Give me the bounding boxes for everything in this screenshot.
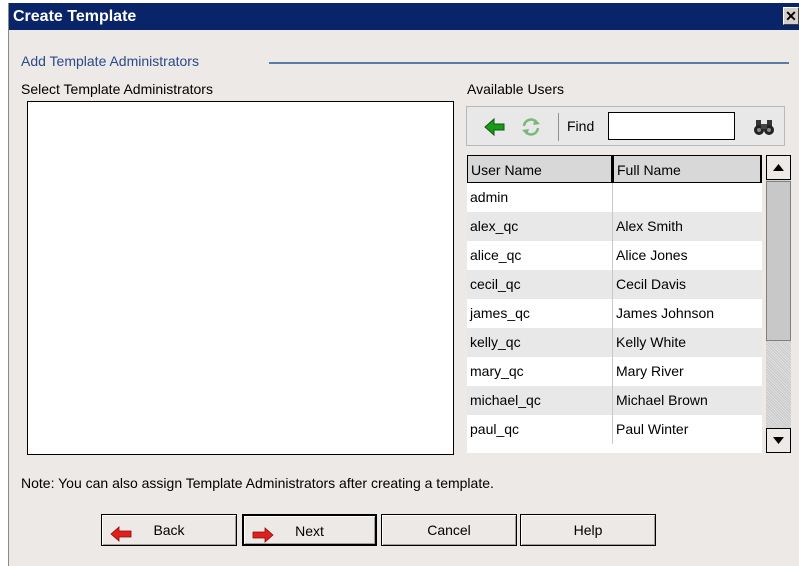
full-name-cell: Paul Winter: [616, 421, 689, 437]
full-name-cell: Michael Brown: [616, 392, 708, 408]
scroll-up-button[interactable]: [766, 155, 791, 180]
window-title: Create Template: [13, 8, 137, 25]
users-toolbar: Find: [466, 106, 785, 146]
user-name-cell: james_qc: [467, 299, 613, 328]
select-admins-label: Select Template Administrators: [21, 81, 213, 97]
available-users-label: Available Users: [467, 81, 565, 97]
cancel-button[interactable]: Cancel: [381, 514, 517, 546]
find-label: Find: [567, 118, 595, 134]
binoculars-icon[interactable]: [752, 115, 776, 139]
title-bar: Create Template ✕: [9, 3, 799, 30]
table-row[interactable]: paul_qc Paul Winter: [467, 415, 762, 444]
scroll-thumb[interactable]: [766, 181, 791, 341]
cancel-label: Cancel: [427, 522, 471, 538]
users-table[interactable]: User Name Full Name admin alex_qc Alex S…: [467, 155, 762, 453]
user-name-cell: mary_qc: [467, 357, 613, 386]
toolbar-separator: [558, 113, 559, 141]
column-header-user-name[interactable]: User Name: [467, 155, 613, 183]
table-row[interactable]: admin: [467, 183, 762, 212]
back-label: Back: [153, 522, 185, 538]
close-button[interactable]: ✕: [783, 7, 799, 25]
help-button[interactable]: Help: [520, 514, 656, 546]
back-button[interactable]: Back: [101, 514, 237, 546]
user-name-cell: alice_qc: [467, 241, 613, 270]
table-row[interactable]: alex_qc Alex Smith: [467, 212, 762, 241]
user-name-cell: alex_qc: [467, 212, 613, 241]
table-row[interactable]: james_qc James Johnson: [467, 299, 762, 328]
users-table-scrollbar[interactable]: [766, 155, 791, 453]
selected-admins-list[interactable]: [27, 101, 454, 455]
refresh-icon[interactable]: [519, 115, 543, 139]
user-name-cell: michael_qc: [467, 386, 613, 415]
user-name-cell: cecil_qc: [467, 270, 613, 299]
full-name-cell: Alex Smith: [616, 218, 683, 234]
red-left-arrow-icon: [110, 522, 132, 552]
full-name-cell: [613, 183, 762, 212]
find-input[interactable]: [608, 112, 735, 140]
full-name-cell: Alice Jones: [616, 247, 688, 263]
full-name-cell: Cecil Davis: [616, 276, 687, 292]
help-label: Help: [573, 522, 603, 538]
table-header: User Name Full Name: [467, 155, 762, 183]
table-row[interactable]: kelly_qc Kelly White: [467, 328, 762, 357]
table-row[interactable]: michael_qc Michael Brown: [467, 386, 762, 415]
column-header-full-name[interactable]: Full Name: [613, 155, 762, 183]
full-name-cell: Mary River: [616, 363, 684, 379]
table-row[interactable]: mary_qc Mary River: [467, 357, 762, 386]
green-left-arrow-icon[interactable]: [483, 115, 507, 139]
note-text: Note: You can also assign Template Admin…: [21, 475, 494, 491]
section-legend: Add Template Administrators: [21, 53, 201, 69]
user-name-cell: kelly_qc: [467, 328, 613, 357]
table-row[interactable]: cecil_qc Cecil Davis: [467, 270, 762, 299]
scroll-down-button[interactable]: [766, 428, 791, 453]
next-button[interactable]: Next: [242, 514, 377, 546]
full-name-cell: James Johnson: [616, 305, 715, 321]
user-name-cell: paul_qc: [467, 415, 613, 444]
section-divider: [269, 62, 789, 64]
full-name-cell: Kelly White: [616, 334, 687, 350]
user-name-cell: admin: [467, 183, 613, 212]
table-row[interactable]: alice_qc Alice Jones: [467, 241, 762, 270]
next-label: Next: [295, 523, 324, 539]
red-right-arrow-icon: [252, 523, 274, 553]
create-template-dialog: Create Template ✕ Add Template Administr…: [8, 3, 799, 566]
